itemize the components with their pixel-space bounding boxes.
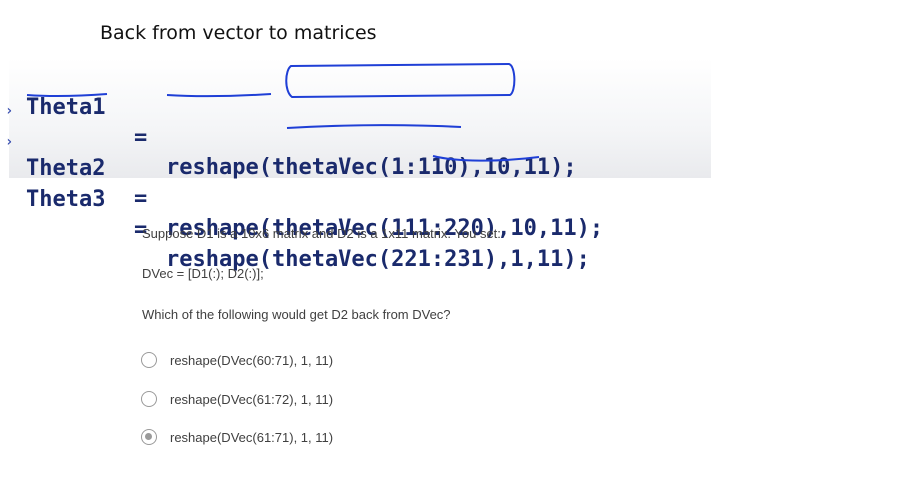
radio-button[interactable] bbox=[141, 352, 157, 368]
radio-button-selected[interactable] bbox=[141, 429, 157, 445]
slide-title: Back from vector to matrices bbox=[100, 22, 377, 44]
radio-button[interactable] bbox=[141, 391, 157, 407]
code-var: Theta3 bbox=[26, 187, 106, 212]
code-line-theta2: › Theta2 = reshape(thetaVec(111:220),10,… bbox=[5, 94, 711, 241]
option-label: reshape(DVec(60:71), 1, 11) bbox=[170, 352, 334, 368]
code-line-theta3: › Theta3 = reshape(thetaVec(221:231),1,1… bbox=[5, 125, 711, 272]
question-code: DVec = [D1(:); D2(:)]; bbox=[142, 266, 264, 281]
code-equals: = bbox=[134, 186, 148, 211]
answer-option-2[interactable]: reshape(DVec(61:72), 1, 11) bbox=[141, 389, 333, 409]
option-label: reshape(DVec(61:72), 1, 11) bbox=[170, 391, 334, 407]
answer-option-1[interactable]: reshape(DVec(60:71), 1, 11) bbox=[141, 350, 333, 370]
question-ask: Which of the following would get D2 back… bbox=[142, 307, 451, 322]
code-panel: Theta1 = reshape(thetaVec(1:110),10,11);… bbox=[5, 58, 711, 272]
option-label: reshape(DVec(61:71), 1, 11) bbox=[170, 429, 334, 445]
answer-option-3[interactable]: reshape(DVec(61:71), 1, 11) bbox=[141, 427, 333, 447]
question-prompt: Suppose D1 is a 10x6 matrix and D2 is a … bbox=[142, 226, 501, 241]
line-arrow-icon: › bbox=[5, 103, 14, 119]
line-arrow-icon: › bbox=[5, 134, 14, 150]
code-expression: reshape(thetaVec(1:110),10,11); bbox=[166, 155, 577, 180]
code-line-theta1: Theta1 = reshape(thetaVec(1:110),10,11); bbox=[9, 63, 711, 180]
